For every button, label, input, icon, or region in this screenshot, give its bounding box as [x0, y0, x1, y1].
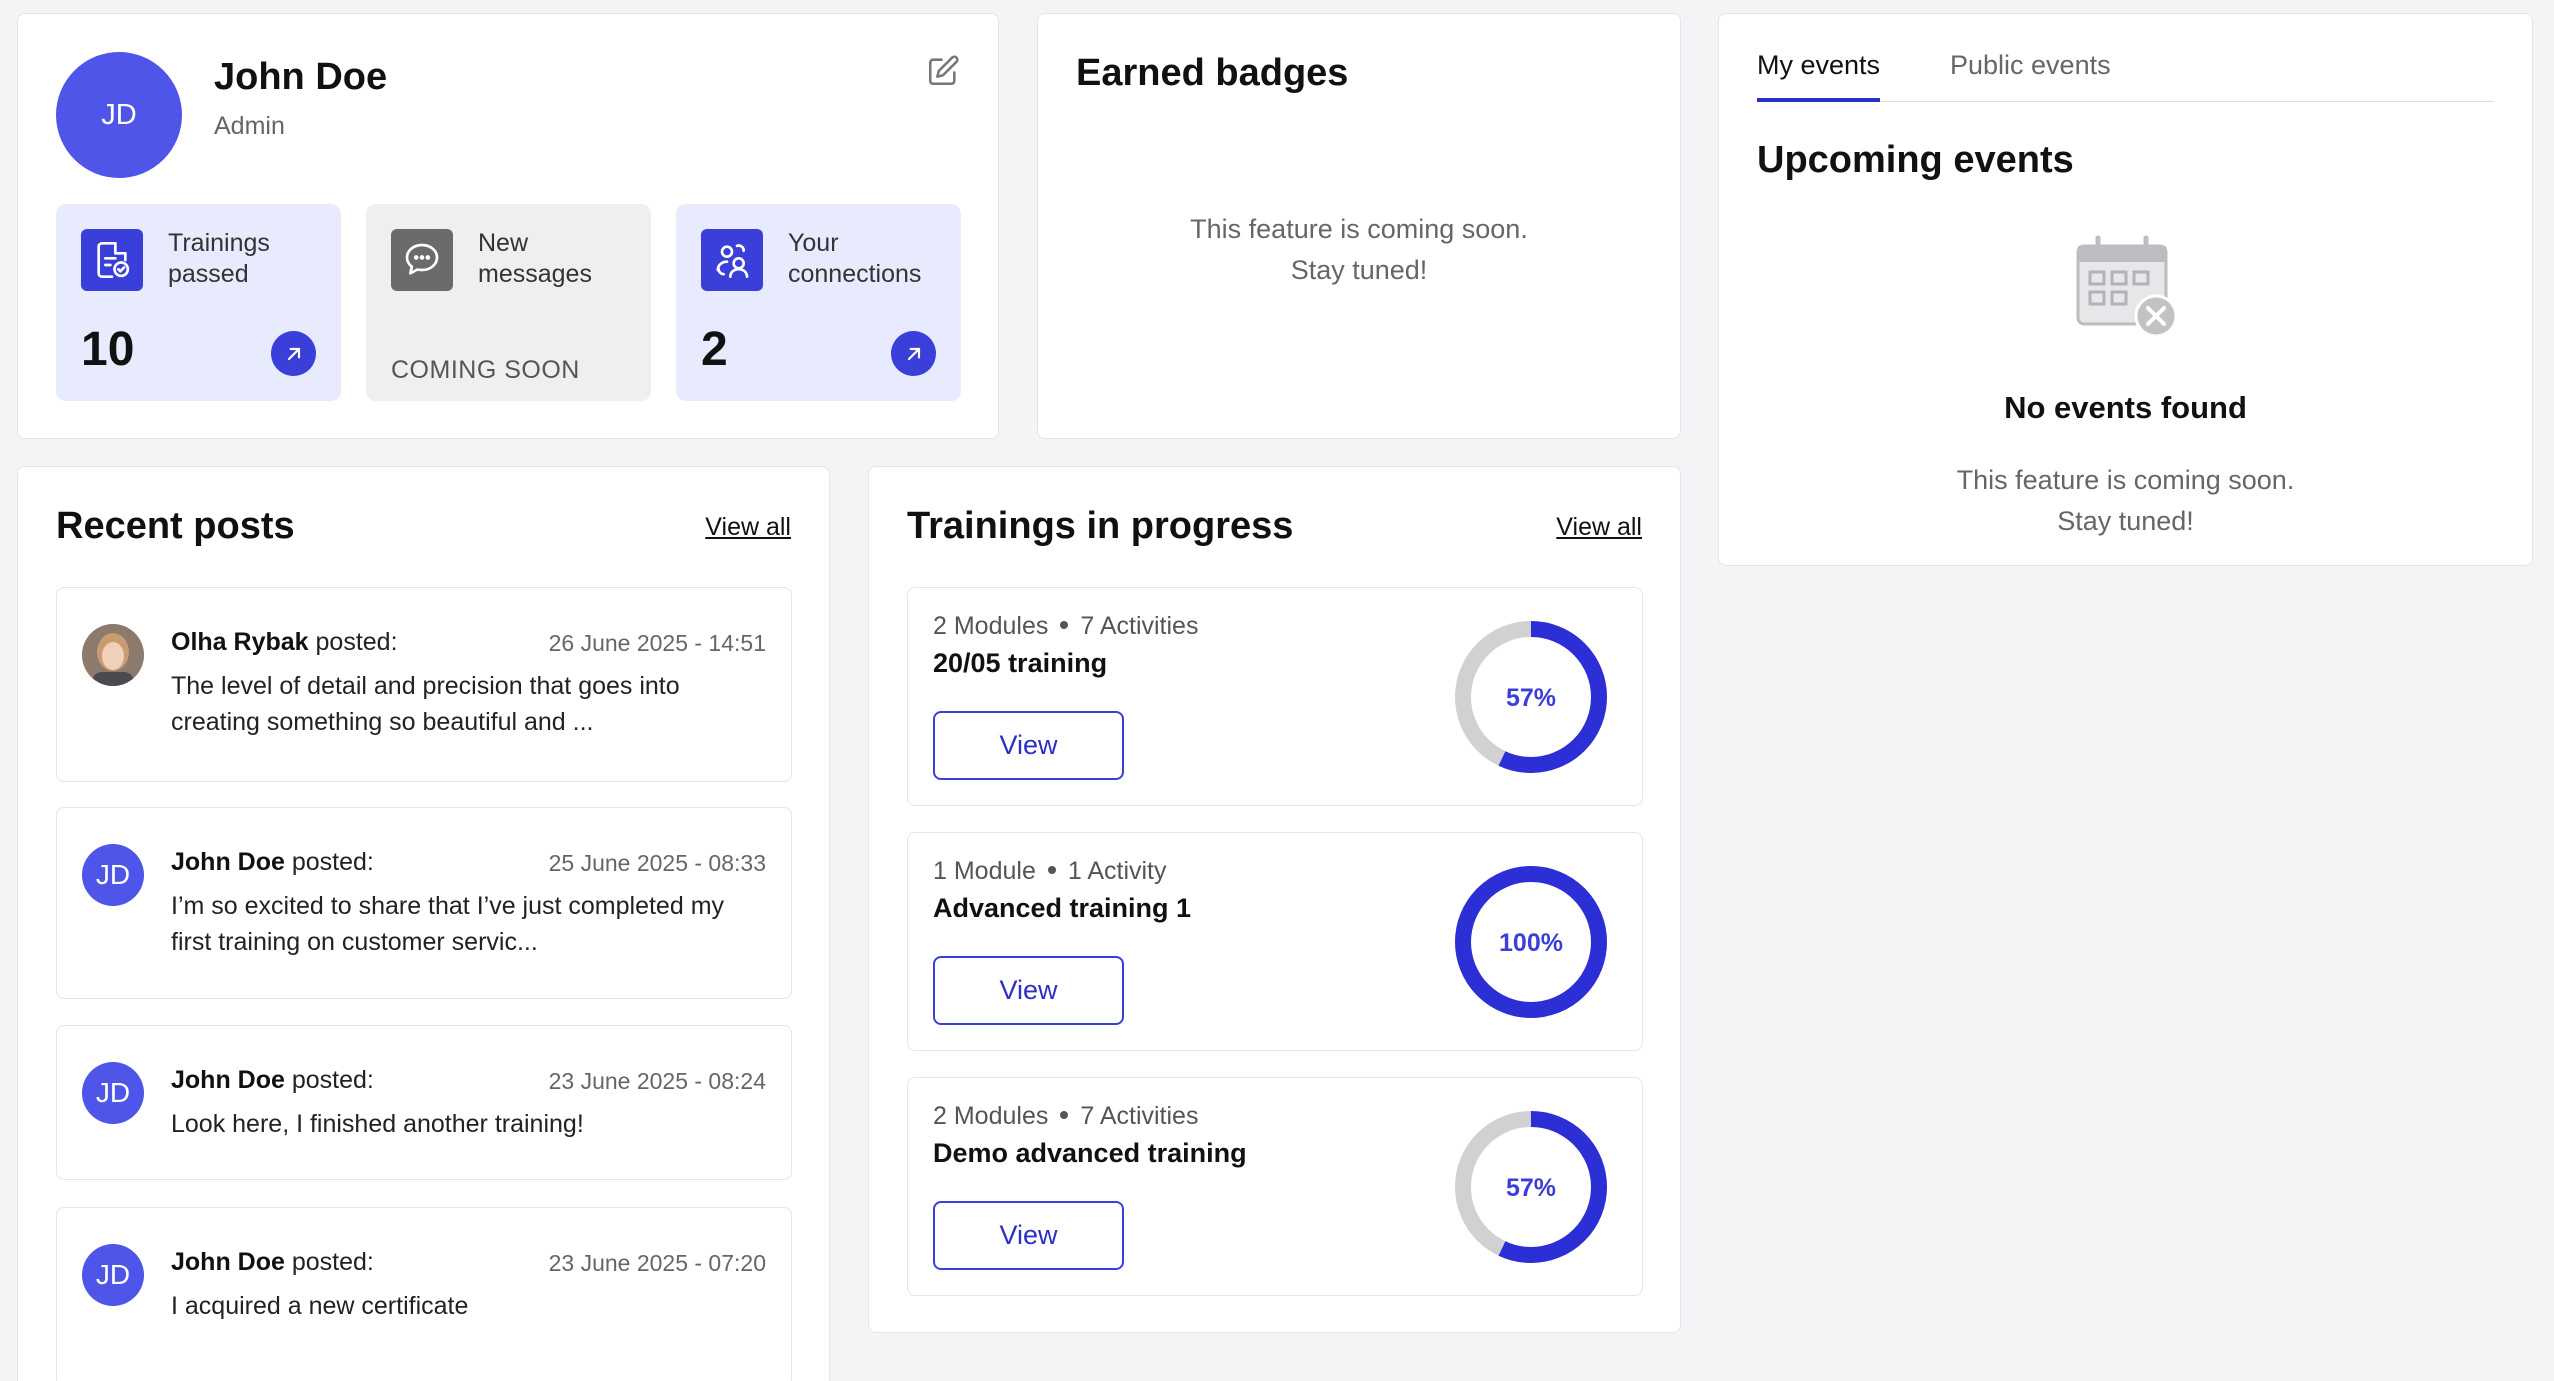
post-author[interactable]: John Doe [171, 1066, 285, 1094]
tab-my-events[interactable]: My events [1757, 50, 1881, 102]
earned-badges-card: Earned badges This feature is coming soo… [1037, 13, 1681, 439]
post-item[interactable]: JD John Doe posted: 25 June 2025 - 08:33… [56, 807, 792, 999]
training-name: 20/05 training [933, 648, 1108, 678]
view-all-posts-link[interactable]: View all [705, 513, 791, 542]
modules-count: 2 Modules [933, 1102, 1049, 1130]
progress-ring: 57% [1455, 621, 1607, 773]
post-verb: posted: [291, 848, 374, 876]
post-verb: posted: [315, 628, 398, 656]
post-body: The level of detail and precision that g… [171, 672, 680, 736]
post-item[interactable]: Olha Rybak posted: 26 June 2025 - 14:51 … [56, 587, 792, 782]
avatar: JD [82, 1062, 144, 1124]
card-title: Recent posts [56, 505, 295, 547]
post-body: I acquired a new certificate [171, 1292, 469, 1320]
separator-dot [1060, 621, 1069, 630]
avatar: JD [82, 844, 144, 906]
progress-label: 100% [1499, 929, 1563, 957]
modules-count: 1 Module [933, 857, 1036, 885]
connections-icon [701, 229, 763, 291]
training-item: 2 Modules 7 Activities 20/05 training Vie… [907, 587, 1643, 806]
post-item[interactable]: JD John Doe posted: 23 June 2025 - 08:24… [56, 1025, 792, 1180]
post-header: John Doe posted: [171, 848, 374, 877]
modules-count: 2 Modules [933, 612, 1049, 640]
post-header: John Doe posted: [171, 1066, 374, 1095]
activities-count: 7 Activities [1080, 1102, 1199, 1130]
progress-label: 57% [1506, 1174, 1556, 1202]
training-item: 2 Modules 7 Activities Demo advanced trai… [907, 1077, 1643, 1296]
events-tabs: My events Public events [1757, 50, 2494, 102]
arrow-up-right-icon[interactable] [271, 331, 316, 376]
tab-public-events[interactable]: Public events [1950, 50, 2111, 102]
stat-trainings-passed: Trainings passed 10 [56, 204, 341, 401]
avatar [82, 624, 144, 686]
post-author[interactable]: John Doe [171, 848, 285, 876]
stat-your-connections: Your connections 2 [676, 204, 961, 401]
training-meta: 2 Modules 7 Activities [933, 1102, 1198, 1131]
recent-posts-card: Recent posts View all Olha Rybak posted:… [17, 466, 830, 1381]
stay-tuned-text: Stay tuned! [2057, 506, 2194, 536]
document-check-icon [81, 229, 143, 291]
card-title: Trainings in progress [907, 505, 1294, 547]
edit-icon[interactable] [926, 54, 960, 88]
card-title: Upcoming events [1757, 139, 2074, 181]
training-name: Demo advanced training [933, 1138, 1247, 1168]
avatar: JD [56, 52, 182, 178]
view-all-trainings-link[interactable]: View all [1556, 513, 1642, 542]
view-training-button[interactable]: View [933, 956, 1124, 1025]
progress-ring: 57% [1455, 1111, 1607, 1263]
stat-label: Trainings passed [168, 229, 270, 288]
arrow-up-right-icon[interactable] [891, 331, 936, 376]
post-verb: posted: [291, 1248, 374, 1276]
coming-soon-text: This feature is coming soon. [1956, 465, 2295, 495]
post-header: Olha Rybak posted: [171, 628, 398, 657]
post-date: 23 June 2025 - 07:20 [548, 1250, 766, 1276]
stat-label: Your connections [788, 229, 922, 288]
chat-bubble-icon [391, 229, 453, 291]
stat-value: 2 [701, 323, 728, 376]
separator-dot [1047, 866, 1056, 875]
profile-role: Admin [214, 112, 285, 140]
calendar-cancel-icon [2072, 232, 2182, 342]
no-events-title: No events found [2004, 390, 2247, 425]
training-name: Advanced training 1 [933, 893, 1192, 923]
stat-label: New messages [478, 229, 592, 288]
post-author[interactable]: Olha Rybak [171, 628, 309, 656]
post-body: I’m so excited to share that I’ve just c… [171, 892, 725, 956]
stat-value: 10 [81, 323, 135, 376]
profile-name: John Doe [214, 56, 388, 98]
card-title: Earned badges [1076, 52, 1349, 94]
training-meta: 2 Modules 7 Activities [933, 612, 1198, 641]
profile-card: JD John Doe Admin Trainings passed 10 Ne… [17, 13, 999, 439]
progress-ring: 100% [1455, 866, 1607, 1018]
activities-count: 7 Activities [1080, 612, 1199, 640]
progress-label: 57% [1506, 684, 1556, 712]
coming-soon-text: This feature is coming soon. [1190, 214, 1528, 244]
view-training-button[interactable]: View [933, 1201, 1124, 1270]
post-header: John Doe posted: [171, 1248, 374, 1277]
stay-tuned-text: Stay tuned! [1290, 255, 1428, 285]
separator-dot [1060, 1111, 1069, 1120]
post-author[interactable]: John Doe [171, 1248, 285, 1276]
post-body: Look here, I finished another training! [171, 1110, 584, 1138]
view-training-button[interactable]: View [933, 711, 1124, 780]
training-item: 1 Module 1 Activity Advanced training 1 V… [907, 832, 1643, 1051]
avatar: JD [82, 1244, 144, 1306]
post-date: 23 June 2025 - 08:24 [548, 1068, 766, 1094]
trainings-in-progress-card: Trainings in progress View all 2 Modules… [868, 466, 1681, 1333]
post-item[interactable]: JD John Doe posted: 23 June 2025 - 07:20… [56, 1207, 792, 1381]
post-date: 25 June 2025 - 08:33 [548, 850, 766, 876]
coming-soon-label: COMING SOON [391, 356, 580, 384]
activities-count: 1 Activity [1067, 857, 1167, 885]
training-meta: 1 Module 1 Activity [933, 857, 1167, 886]
post-verb: posted: [291, 1066, 374, 1094]
events-card: My events Public events Upcoming events … [1718, 13, 2533, 566]
stat-new-messages: New messages COMING SOON [366, 204, 651, 401]
post-date: 26 June 2025 - 14:51 [548, 630, 766, 656]
